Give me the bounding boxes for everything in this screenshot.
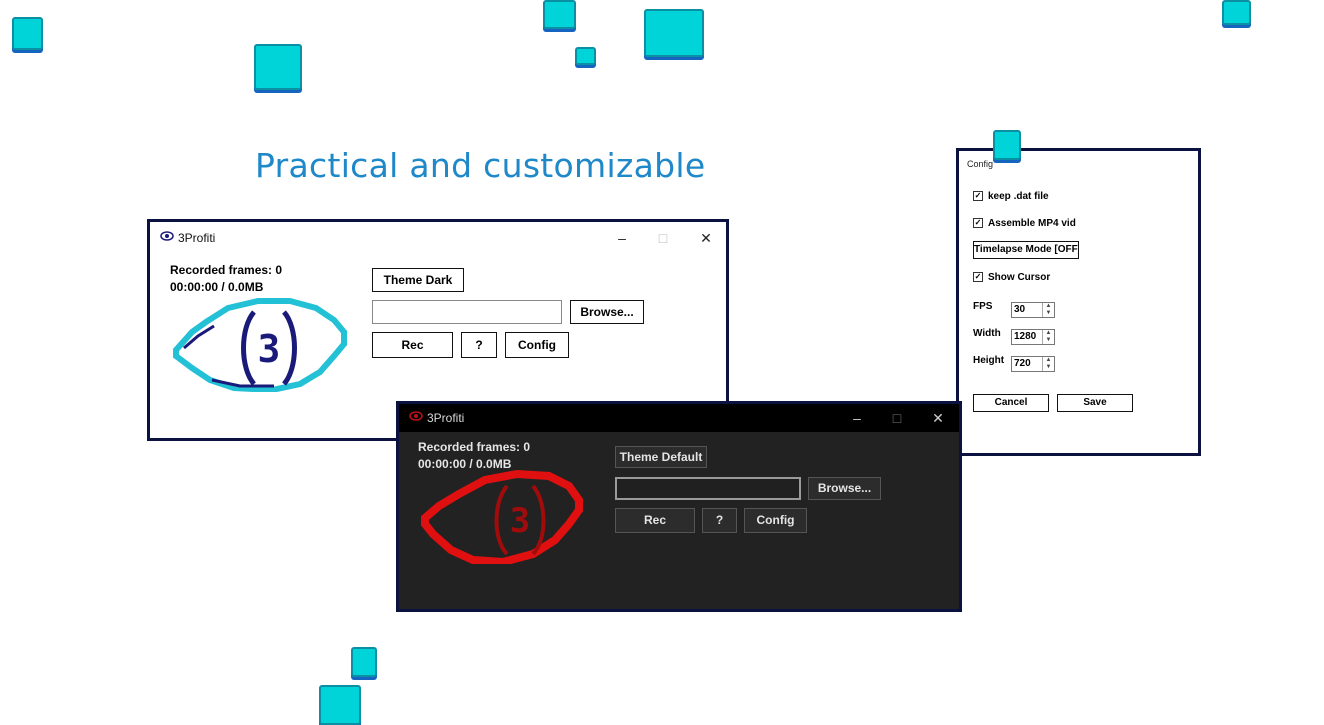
decorative-square: [351, 647, 377, 677]
cancel-button[interactable]: Cancel: [973, 394, 1049, 412]
config-window: Config ✓ keep .dat file ✓ Assemble MP4 vid…: [956, 148, 1201, 456]
checkbox-check-icon: ✓: [973, 191, 983, 202]
logo-digit: 3: [510, 501, 530, 541]
decorative-square: [254, 44, 302, 90]
keep-dat-checkbox[interactable]: ✓ keep .dat file: [973, 191, 1049, 202]
app-window-dark-theme: 3Profiti – □ ✕ Recorded frames: 0 00:00:…: [396, 401, 962, 612]
title-bar[interactable]: 3Profiti – □ ✕: [150, 222, 726, 254]
spinner-arrows-icon[interactable]: ▲ ▼: [1042, 357, 1054, 371]
time-size-label: 00:00:00 / 0.0MB: [170, 280, 264, 294]
width-stepper[interactable]: 1280 ▲ ▼: [1011, 329, 1055, 345]
height-label: Height: [973, 355, 1005, 366]
width-label: Width: [973, 328, 1001, 339]
decorative-square: [543, 0, 576, 29]
checkbox-check-icon: ✓: [973, 272, 983, 283]
eye-logo-icon: 3: [421, 470, 583, 564]
decorative-square: [575, 47, 596, 65]
eye-logo-icon: [160, 231, 174, 241]
close-button[interactable]: ✕: [923, 407, 953, 429]
theme-toggle-button[interactable]: Theme Dark: [372, 268, 464, 292]
assemble-mp4-checkbox[interactable]: ✓ Assemble MP4 vid: [973, 218, 1076, 229]
theme-toggle-button[interactable]: Theme Default: [615, 446, 707, 468]
decorative-square: [644, 9, 704, 57]
height-value: 720: [1014, 358, 1031, 369]
help-button[interactable]: ?: [702, 508, 737, 533]
config-button[interactable]: Config: [505, 332, 569, 358]
browse-button[interactable]: Browse...: [808, 477, 881, 500]
config-button[interactable]: Config: [744, 508, 807, 533]
decorative-square: [319, 685, 361, 725]
assemble-mp4-label: Assemble MP4 vid: [988, 218, 1076, 229]
output-path-input[interactable]: [615, 477, 801, 500]
eye-logo-icon: [409, 411, 423, 421]
spinner-arrows-icon[interactable]: ▲ ▼: [1042, 303, 1054, 317]
record-button[interactable]: Rec: [372, 332, 453, 358]
fps-value: 30: [1014, 304, 1026, 315]
decorative-square: [1222, 0, 1251, 25]
spinner-arrows-icon[interactable]: ▲ ▼: [1042, 330, 1054, 344]
save-button[interactable]: Save: [1057, 394, 1133, 412]
help-button[interactable]: ?: [461, 332, 497, 358]
decorative-square: [993, 130, 1021, 160]
page-headline: Practical and customizable: [255, 146, 706, 185]
logo-digit: 3: [258, 327, 281, 371]
maximize-button[interactable]: □: [648, 227, 678, 249]
config-window-title: Config: [967, 159, 994, 169]
record-button[interactable]: Rec: [615, 508, 695, 533]
show-cursor-label: Show Cursor: [988, 272, 1051, 283]
minimize-button[interactable]: –: [842, 407, 872, 429]
minimize-button[interactable]: –: [607, 227, 637, 249]
output-path-input[interactable]: [372, 300, 562, 324]
title-bar[interactable]: 3Profiti – □ ✕: [399, 404, 959, 432]
height-stepper[interactable]: 720 ▲ ▼: [1011, 356, 1055, 372]
close-button[interactable]: ✕: [691, 227, 721, 249]
window-title: 3Profiti: [427, 411, 465, 425]
eye-logo-icon: 3: [173, 298, 347, 392]
maximize-button[interactable]: □: [882, 407, 912, 429]
checkbox-check-icon: ✓: [973, 218, 983, 229]
show-cursor-checkbox[interactable]: ✓ Show Cursor: [973, 272, 1050, 283]
time-size-label: 00:00:00 / 0.0MB: [418, 457, 512, 471]
keep-dat-label: keep .dat file: [988, 191, 1049, 202]
browse-button[interactable]: Browse...: [570, 300, 644, 324]
recorded-frames-label: Recorded frames: 0: [170, 263, 283, 277]
fps-stepper[interactable]: 30 ▲ ▼: [1011, 302, 1055, 318]
window-title: 3Profiti: [178, 231, 216, 245]
decorative-square: [12, 17, 43, 50]
timelapse-mode-button[interactable]: Timelapse Mode [OFF]: [973, 241, 1079, 259]
width-value: 1280: [1014, 331, 1037, 342]
recorded-frames-label: Recorded frames: 0: [418, 440, 531, 454]
fps-label: FPS: [973, 301, 993, 312]
